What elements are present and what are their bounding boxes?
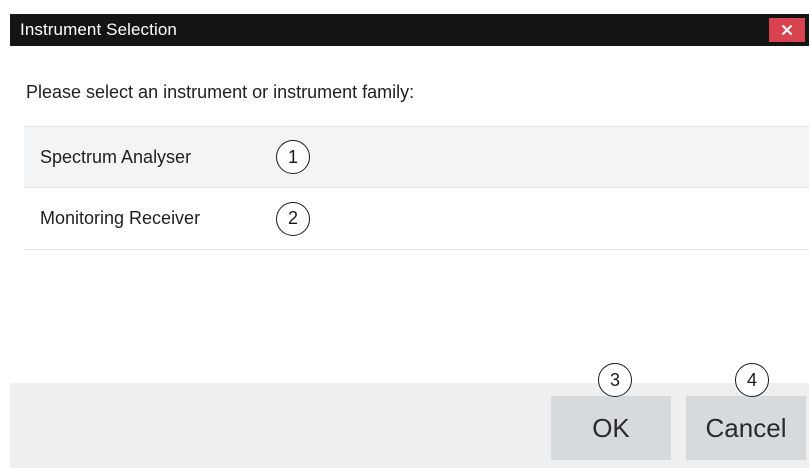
callout-marker: 1 bbox=[276, 140, 310, 174]
instrument-item-label: Spectrum Analyser bbox=[40, 146, 192, 167]
cancel-button[interactable]: Cancel bbox=[686, 396, 806, 460]
instrument-list: Spectrum Analyser 1 Monitoring Receiver … bbox=[24, 126, 809, 250]
close-icon bbox=[781, 24, 793, 36]
callout-marker-ok: 3 bbox=[598, 363, 632, 397]
ok-button[interactable]: OK bbox=[551, 396, 671, 460]
instrument-item-spectrum-analyser[interactable]: Spectrum Analyser 1 bbox=[24, 126, 809, 188]
instrument-selection-dialog: Instrument Selection Please select an in… bbox=[0, 0, 809, 468]
instrument-item-monitoring-receiver[interactable]: Monitoring Receiver 2 bbox=[24, 188, 809, 250]
callout-marker-cancel: 4 bbox=[735, 363, 769, 397]
instrument-item-label: Monitoring Receiver bbox=[40, 208, 201, 228]
selection-prompt: Please select an instrument or instrumen… bbox=[26, 82, 415, 102]
callout-marker: 2 bbox=[276, 201, 310, 236]
close-button[interactable] bbox=[769, 18, 805, 42]
window-title: Instrument Selection bbox=[20, 20, 177, 39]
title-bar: Instrument Selection bbox=[10, 14, 809, 46]
